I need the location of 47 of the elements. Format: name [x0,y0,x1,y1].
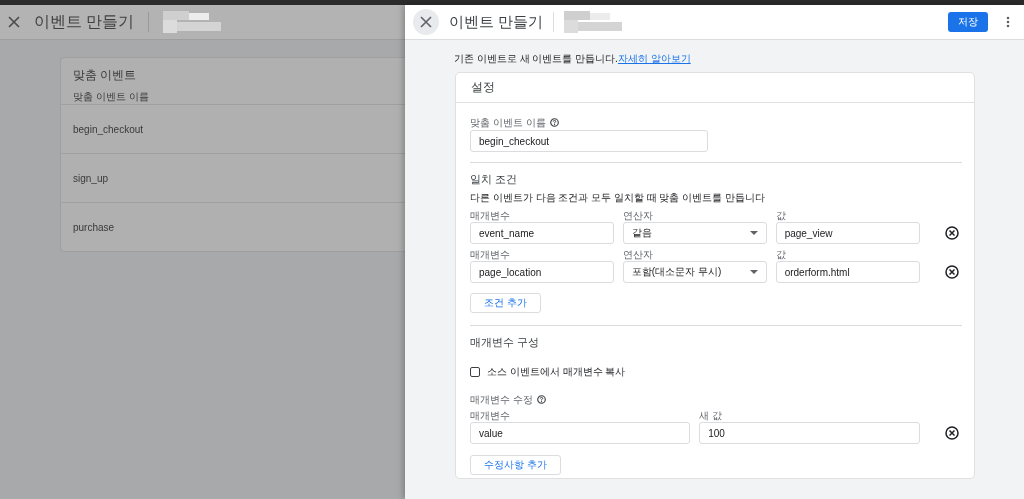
field-label: 매개변수 [470,210,511,221]
field-label: 값 [775,249,787,260]
help-icon[interactable] [549,118,559,127]
event-name[interactable]: purchase [73,221,115,233]
page-title: 이벤트 만들기 [34,11,135,32]
section-title: 매개변수 구성 [470,335,541,350]
field-label: 값 [775,210,787,221]
event-name[interactable]: begin_checkout [73,123,144,135]
help-icon[interactable] [536,395,546,404]
field-label: 매개변수 [470,410,511,421]
field-label: 매개변수 [470,249,511,260]
add-condition-button[interactable]: 조건 추가 [470,293,541,313]
panel-title: 이벤트 만들기 [449,12,544,32]
checkbox[interactable] [470,367,480,377]
remove-icon[interactable] [945,226,960,240]
card-title: 설정 [456,73,974,103]
dropdown[interactable]: 같음 [622,222,767,244]
field-label: 연산자 [622,249,654,260]
section-title: 일치 조건 [470,172,519,187]
field-label: 연산자 [622,210,654,221]
learn-more-link[interactable]: 자세히 알아보기 [617,53,691,64]
close-button[interactable] [413,9,439,35]
close-icon [420,16,432,28]
field-label: 새 값 [699,410,723,421]
checkbox-label: 소스 이벤트에서 매개변수 복사 [487,365,626,379]
section-description: 다른 이벤트가 다음 조건과 모두 일치할 때 맞춤 이벤트를 만듭니다 [470,191,766,205]
remove-icon[interactable] [945,426,960,440]
caret-icon [749,231,758,235]
intro-text: 기존 이벤트로 새 이벤트를 만듭니다.자세히 알아보기 [454,52,692,64]
card-title: 맞춤 이벤트 [72,67,138,83]
input-field[interactable]: page_view [775,222,921,244]
input-field[interactable]: value [470,422,691,444]
input-field[interactable]: page_location [470,261,614,283]
more-icon[interactable] [1006,16,1010,28]
remove-icon[interactable] [945,265,960,279]
field-label: 맞춤 이벤트 이름 [470,115,546,130]
input-field[interactable]: event_name [470,222,614,244]
input-field[interactable]: begin_checkout [470,130,708,152]
dropdown[interactable]: 포함(대소문자 무시) [622,261,767,283]
add-modification-button[interactable]: 수정사항 추가 [470,455,561,475]
input-field[interactable]: 100 [699,422,921,444]
save-button[interactable]: 저장 [948,12,988,32]
field-label: 매개변수 수정 [470,392,533,407]
event-name[interactable]: sign_up [73,172,109,184]
caret-icon [749,270,758,274]
input-field[interactable]: orderform.html [775,261,921,283]
close-icon[interactable] [8,16,20,28]
